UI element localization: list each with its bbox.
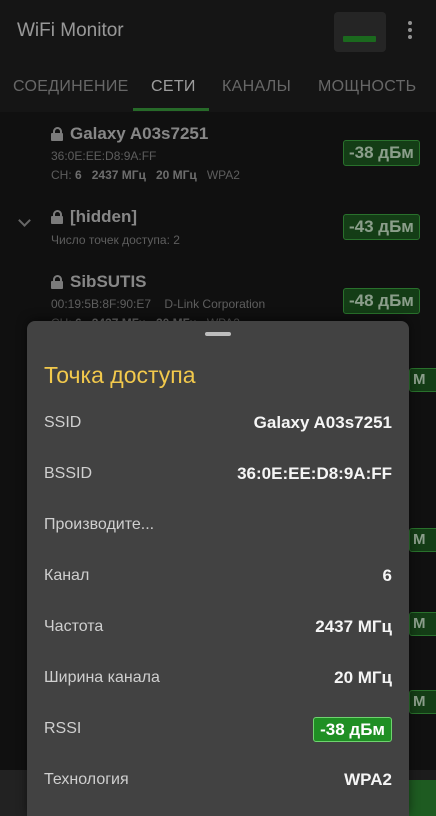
rssi-badge: -48 дБм xyxy=(343,288,420,314)
access-point-count: Число точек доступа: 2 xyxy=(51,233,180,247)
detail-row-ssid: SSID Galaxy A03s7251 xyxy=(27,399,409,450)
detail-row-vendor: Производите... xyxy=(27,501,409,552)
rssi-badge: -38 дБм xyxy=(343,140,420,166)
detail-label: SSID xyxy=(44,414,82,431)
app-bar: WiFi Monitor xyxy=(0,0,436,64)
access-point-sheet: Точка доступа SSID Galaxy A03s7251 BSSID… xyxy=(27,321,409,816)
network-details: CH: 6 2437 МГц 20 МГц WPA2 xyxy=(51,168,240,182)
active-tab-indicator xyxy=(133,108,209,111)
detail-value: Galaxy A03s7251 xyxy=(253,413,392,432)
chevron-down-icon[interactable] xyxy=(18,216,30,228)
rssi-badge: M xyxy=(409,612,436,636)
detail-label: Технология xyxy=(44,771,129,788)
drag-handle[interactable] xyxy=(205,332,231,336)
detail-row-channel: Канал 6 xyxy=(27,552,409,603)
detail-value: 36:0E:EE:D8:9A:FF xyxy=(237,464,392,483)
detail-value: 20 МГц xyxy=(334,668,392,687)
detail-label: Канал xyxy=(44,567,90,584)
detail-row-frequency: Частота 2437 МГц xyxy=(27,603,409,654)
tab-connection[interactable]: СОЕДИНЕНИЕ xyxy=(13,78,129,96)
detail-label: BSSID xyxy=(44,465,93,482)
tab-networks[interactable]: СЕТИ xyxy=(151,78,196,96)
rssi-badge: M xyxy=(409,690,436,714)
detail-label: Частота xyxy=(44,618,104,635)
detail-value: 6 xyxy=(382,566,392,585)
rssi-badge: M xyxy=(409,368,436,392)
sheet-title: Точка доступа xyxy=(44,362,196,388)
detail-label: RSSI xyxy=(44,720,82,737)
rssi-badge: -38 дБм xyxy=(313,717,392,742)
network-bssid: 36:0E:EE:D8:9A:FF xyxy=(51,149,157,163)
signal-indicator-button[interactable] xyxy=(334,12,386,52)
more-options-icon[interactable] xyxy=(398,18,422,48)
detail-row-rssi: RSSI -38 дБм xyxy=(27,705,409,756)
tab-bar: СОЕДИНЕНИЕ СЕТИ КАНАЛЫ МОЩНОСТЬ xyxy=(0,64,436,112)
rssi-badge: M xyxy=(409,528,436,552)
lock-icon xyxy=(51,210,63,224)
detail-label: Ширина канала xyxy=(44,669,160,686)
app-title: WiFi Monitor xyxy=(17,20,124,41)
detail-value: WPA2 xyxy=(344,770,392,789)
detail-row-bssid: BSSID 36:0E:EE:D8:9A:FF xyxy=(27,450,409,501)
signal-bar-icon xyxy=(343,36,376,42)
lock-icon xyxy=(51,127,63,141)
lock-icon xyxy=(51,275,63,289)
tab-channels[interactable]: КАНАЛЫ xyxy=(222,78,291,96)
tab-power[interactable]: МОЩНОСТЬ xyxy=(318,78,416,96)
detail-label: Производите... xyxy=(44,516,155,533)
network-bssid-vendor: 00:19:5B:8F:90:E7 D-Link Corporation xyxy=(51,297,266,311)
network-ssid: Galaxy A03s7251 xyxy=(51,124,208,144)
detail-row-technology: Технология WPA2 xyxy=(27,756,409,807)
network-ssid: SibSUTIS xyxy=(51,272,147,292)
detail-value: 2437 МГц xyxy=(315,617,392,636)
rssi-badge: -43 дБм xyxy=(343,214,420,240)
network-ssid: [hidden] xyxy=(51,207,137,227)
detail-row-channel-width: Ширина канала 20 МГц xyxy=(27,654,409,705)
